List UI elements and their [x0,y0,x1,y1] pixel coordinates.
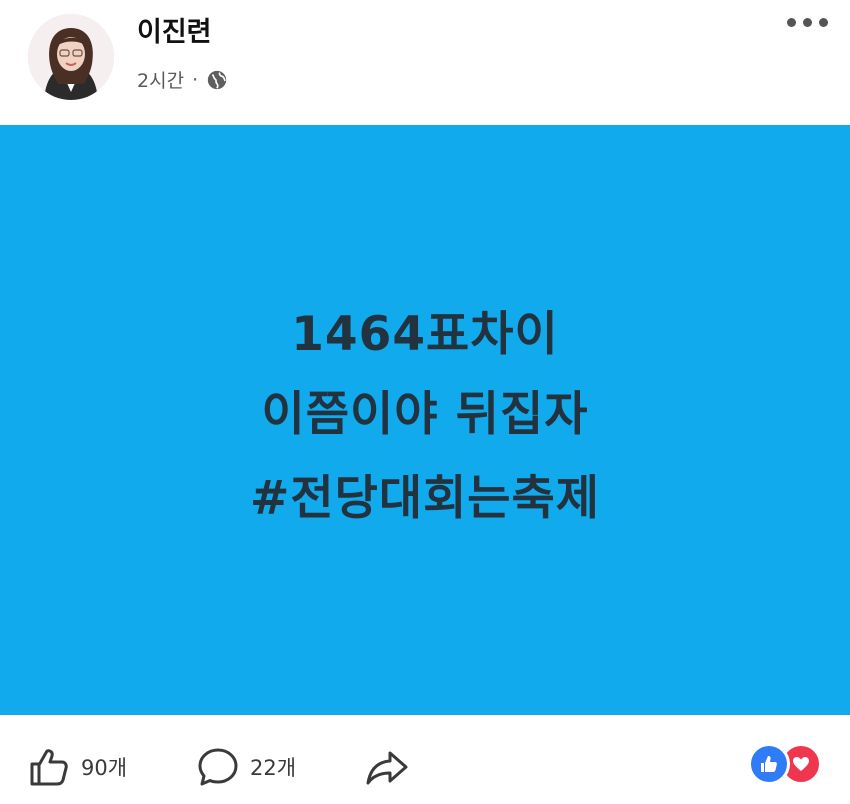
author-name[interactable]: 이진련 [137,10,212,49]
dot [787,18,796,27]
comment-bubble-icon [198,748,238,786]
hashtag-symbol: # [249,471,291,526]
thumbs-up-icon [761,756,777,772]
dot [803,18,812,27]
image-text-line-1: 1464표차이 [291,307,559,362]
comment-count: 22개 [250,756,297,780]
reaction-summary[interactable] [748,743,822,785]
post-time[interactable]: 2시간 [137,66,184,93]
like-reaction-icon [748,743,790,785]
avatar[interactable] [28,14,114,100]
post-image[interactable]: 1464표차이 이쯤이야 뒤집자 #전당대회는축제 [0,125,850,715]
meta-separator: · [192,68,199,91]
image-text-line-2: 이쯤이야 뒤집자 [261,387,589,442]
hashtag-word: 전당대회는축제 [290,471,601,526]
more-dots-icon[interactable] [787,18,828,27]
profile-photo [28,14,114,100]
dot [819,18,828,27]
like-button[interactable]: 90개 [27,745,127,789]
image-hashtag: #전당대회는축제 [0,475,850,522]
post-meta: 2시간 · [137,66,228,93]
heart-icon [793,757,809,771]
action-bar: 90개 22개 [0,715,850,804]
thumbs-up-icon [30,749,68,786]
like-count: 90개 [81,756,128,780]
post-header: 이진련 2시간 · [0,0,850,125]
share-button[interactable] [364,745,410,789]
share-arrow-icon [366,751,408,785]
globe-icon [207,70,227,89]
comment-button[interactable]: 22개 [196,745,296,789]
